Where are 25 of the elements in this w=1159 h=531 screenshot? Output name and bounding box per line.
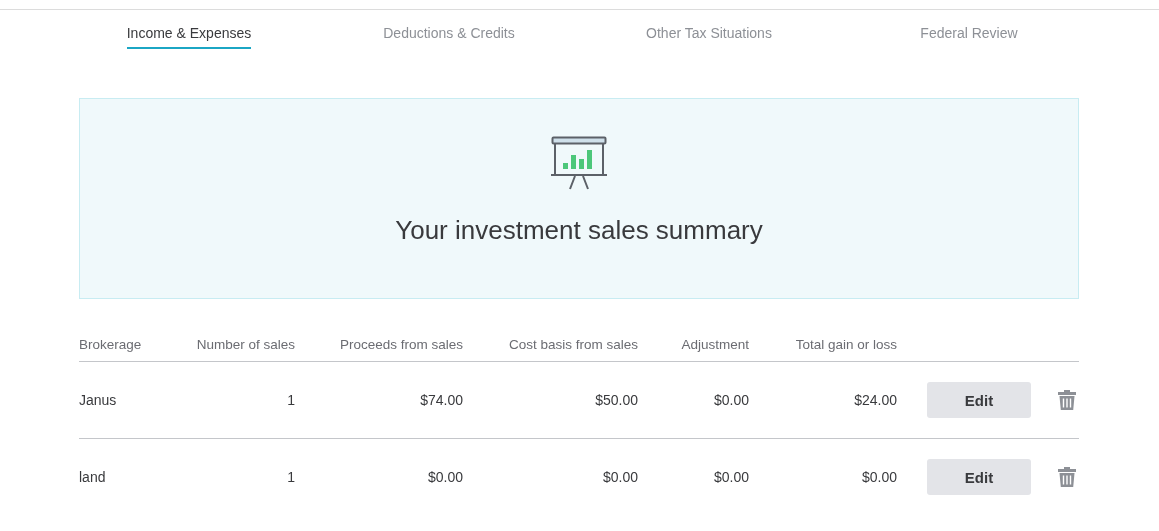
- nav-tab[interactable]: Income & Expenses: [126, 25, 252, 49]
- column-header: Cost basis from sales: [507, 336, 638, 352]
- delete-icon[interactable]: [1057, 466, 1077, 488]
- table-cell-text: 1: [286, 469, 295, 485]
- edit-button[interactable]: Edit: [927, 459, 1031, 495]
- table-cell-text: $74.00: [419, 392, 463, 408]
- table-cell-text: $24.00: [853, 392, 897, 408]
- table-cell-text: 1: [286, 392, 295, 408]
- edit-button[interactable]: Edit: [927, 382, 1031, 418]
- summary-title: Your investment sales summary: [395, 215, 763, 246]
- table-cell-text: $0.00: [426, 469, 463, 485]
- table-cell-text: $0.00: [601, 469, 638, 485]
- column-header: Number of sales: [195, 336, 295, 352]
- table-cell-text: $0.00: [712, 392, 749, 408]
- column-header: Brokerage: [79, 336, 143, 352]
- column-header: Total gain or loss: [794, 336, 897, 352]
- column-header: Proceeds from sales: [338, 336, 463, 352]
- delete-icon[interactable]: [1057, 389, 1077, 411]
- table-cell-text: $50.00: [594, 392, 638, 408]
- table-cell-text: Janus: [79, 392, 118, 408]
- table-cell-text: $0.00: [860, 469, 897, 485]
- table-cell-text: $0.00: [712, 469, 749, 485]
- column-header: Adjustment: [680, 336, 749, 352]
- presentation-chart-icon: [551, 136, 607, 190]
- table-cell-text: land: [79, 469, 107, 485]
